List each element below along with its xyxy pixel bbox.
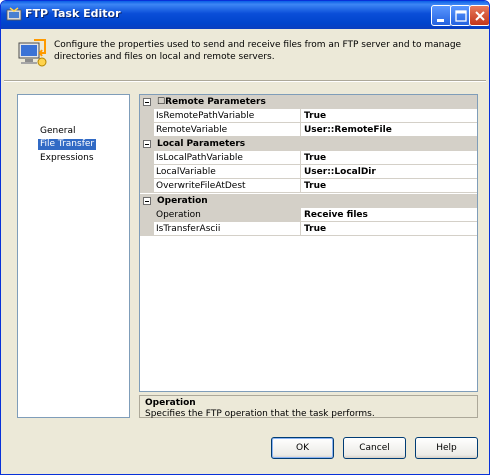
close-icon: [475, 11, 485, 21]
close-button[interactable]: [469, 5, 489, 26]
property-row-istransferascii[interactable]: IsTransferAscii True: [140, 222, 477, 236]
collapse-icon[interactable]: [143, 197, 151, 205]
category-operation[interactable]: Operation: [140, 194, 477, 208]
property-row-localvariable[interactable]: LocalVariable User::LocalDir: [140, 165, 477, 179]
header-separator: [4, 80, 486, 82]
category-label: Operation: [157, 196, 208, 206]
category-label: ☐Remote Parameters: [157, 97, 266, 107]
header-description: Configure the properties used to send an…: [54, 40, 462, 62]
nav-item-expressions[interactable]: Expressions: [38, 153, 96, 164]
property-value[interactable]: True: [301, 222, 477, 236]
row-gutter: [140, 109, 154, 123]
property-value[interactable]: User::LocalDir: [301, 165, 477, 179]
property-name[interactable]: RemoteVariable: [154, 123, 301, 137]
navigation-list[interactable]: General File Transfer Expressions: [17, 94, 130, 418]
description-title: Operation: [145, 398, 196, 408]
collapse-icon[interactable]: [143, 98, 151, 106]
row-gutter: [140, 123, 154, 137]
property-name[interactable]: IsTransferAscii: [154, 222, 301, 236]
property-name[interactable]: OverwriteFileAtDest: [154, 179, 301, 193]
description-text: Specifies the FTP operation that the tas…: [145, 409, 375, 419]
property-value[interactable]: User::RemoteFile: [301, 123, 477, 137]
help-button[interactable]: Help: [415, 437, 478, 459]
minimize-button[interactable]: [431, 5, 452, 26]
row-gutter: [140, 222, 154, 236]
row-gutter: [140, 208, 154, 222]
property-name[interactable]: IsRemotePathVariable: [154, 109, 301, 123]
row-gutter: [140, 151, 154, 165]
maximize-button[interactable]: [450, 5, 471, 26]
ftp-computer-icon: [18, 39, 47, 67]
category-label: Local Parameters: [157, 139, 246, 149]
nav-item-general[interactable]: General: [38, 126, 77, 137]
property-row-islocalpathvariable[interactable]: IsLocalPathVariable True: [140, 151, 477, 165]
row-gutter: [140, 165, 154, 179]
dialog-client-area: Configure the properties used to send an…: [4, 29, 486, 472]
property-value[interactable]: True: [301, 179, 477, 193]
ok-button[interactable]: OK: [271, 437, 334, 459]
property-row-remotevariable[interactable]: RemoteVariable User::RemoteFile: [140, 123, 477, 137]
nav-item-file-transfer[interactable]: File Transfer: [38, 139, 97, 150]
property-name[interactable]: Operation: [154, 208, 301, 222]
property-description-panel: Operation Specifies the FTP operation th…: [139, 395, 478, 419]
collapse-icon[interactable]: [143, 140, 151, 148]
property-grid[interactable]: ☐Remote Parameters IsRemotePathVariable …: [139, 94, 478, 392]
title-bar[interactable]: FTP Task Editor: [1, 1, 489, 29]
window-title: FTP Task Editor: [25, 7, 121, 20]
property-name[interactable]: LocalVariable: [154, 165, 301, 179]
property-row-isremotepathvariable[interactable]: IsRemotePathVariable True: [140, 109, 477, 123]
category-remote-parameters[interactable]: ☐Remote Parameters: [140, 95, 477, 109]
ftp-task-editor-window: FTP Task Editor Configure the properties…: [0, 0, 490, 475]
row-gutter: [140, 179, 154, 193]
cancel-button[interactable]: Cancel: [343, 437, 406, 459]
category-local-parameters[interactable]: Local Parameters: [140, 137, 477, 151]
property-value[interactable]: True: [301, 109, 477, 123]
property-value[interactable]: Receive files: [301, 208, 477, 222]
property-row-operation[interactable]: Operation Receive files: [140, 208, 477, 222]
ftp-task-icon: [6, 7, 22, 21]
property-name[interactable]: IsLocalPathVariable: [154, 151, 301, 165]
property-value[interactable]: True: [301, 151, 477, 165]
property-row-overwritefileatdest[interactable]: OverwriteFileAtDest True: [140, 179, 477, 193]
